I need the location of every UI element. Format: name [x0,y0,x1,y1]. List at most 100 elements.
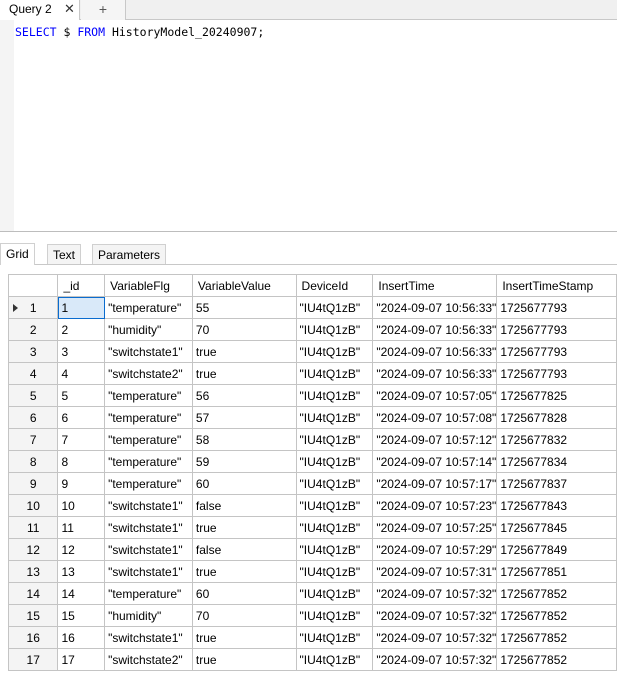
grid-cell[interactable]: 1725677852 [496,582,617,605]
grid-cell[interactable]: "humidity" [104,318,193,341]
grid-cell[interactable]: 1725677843 [496,494,617,517]
grid-cell[interactable]: 9 [57,472,106,495]
row-number[interactable]: 17 [7,648,59,671]
table-row[interactable]: 7 7 "temperature" 58 "IU4tQ1zB" "2024-09-07 1… [7,428,617,451]
grid-cell[interactable]: 1725677837 [496,472,617,495]
grid-cell[interactable]: "2024-09-07 10:56:33" [372,340,498,363]
table-row[interactable]: 11 11 "switchstate1" true "IU4tQ1zB" "2024-09… [7,516,617,539]
row-number[interactable]: 8 [7,450,59,473]
grid-cell[interactable]: 1725677849 [496,538,617,561]
grid-cell[interactable]: 15 [57,604,106,627]
table-row[interactable]: 12 12 "switchstate1" false "IU4tQ1zB" "2024-0… [7,538,617,561]
row-number[interactable]: 1 [7,296,59,319]
grid-cell[interactable]: "IU4tQ1zB" [295,582,374,605]
grid-cell[interactable]: "IU4tQ1zB" [295,450,374,473]
grid-cell[interactable]: 14 [57,582,106,605]
grid-cell[interactable]: "2024-09-07 10:56:33" [372,318,498,341]
grid-cell[interactable]: 1725677852 [496,648,617,671]
grid-cell[interactable]: 2 [57,318,106,341]
grid-cell[interactable]: "2024-09-07 10:57:17" [372,472,498,495]
grid-cell[interactable]: true [191,340,297,363]
grid-cell[interactable]: 17 [57,648,106,671]
new-tab-button[interactable]: + [81,0,126,20]
grid-cell[interactable]: 1725677845 [496,516,617,539]
grid-cell[interactable]: 5 [57,384,106,407]
column-header-variablevalue[interactable]: VariableValue [191,274,297,297]
table-row[interactable]: 16 16 "switchstate1" true "IU4tQ1zB" "2024-09… [7,626,617,649]
grid-cell[interactable]: "2024-09-07 10:57:12" [372,428,498,451]
grid-cell[interactable]: "switchstate1" [104,340,193,363]
grid-cell[interactable]: "switchstate1" [104,538,193,561]
grid-cell[interactable]: 56 [191,384,297,407]
grid-cell[interactable]: "2024-09-07 10:57:23" [372,494,498,517]
table-row[interactable]: 15 15 "humidity" 70 "IU4tQ1zB" "2024-09-07 10… [7,604,617,627]
tab-parameters[interactable]: Parameters [92,244,167,264]
grid-cell[interactable]: "2024-09-07 10:57:25" [372,516,498,539]
column-header-id[interactable]: _id [57,274,106,297]
grid-cell[interactable]: 12 [57,538,106,561]
grid-cell[interactable]: "IU4tQ1zB" [295,340,374,363]
row-number[interactable]: 2 [7,318,59,341]
grid-cell[interactable]: "humidity" [104,604,193,627]
grid-cell[interactable]: false [191,538,297,561]
grid-cell[interactable]: 1725677832 [496,428,617,451]
grid-cell[interactable]: "IU4tQ1zB" [295,296,374,319]
grid-cell[interactable]: 3 [57,340,106,363]
grid-cell[interactable]: "2024-09-07 10:57:32" [372,626,498,649]
query-tab[interactable]: Query 2 ✕ [0,0,80,20]
table-row[interactable]: 9 9 "temperature" 60 "IU4tQ1zB" "2024-09-07 1… [7,472,617,495]
grid-cell[interactable]: "IU4tQ1zB" [295,626,374,649]
row-number[interactable]: 12 [7,538,59,561]
grid-cell[interactable]: true [191,626,297,649]
grid-cell[interactable]: 8 [57,450,106,473]
table-row[interactable]: 6 6 "temperature" 57 "IU4tQ1zB" "2024-09-07 1… [7,406,617,429]
grid-cell[interactable]: "IU4tQ1zB" [295,384,374,407]
tab-text[interactable]: Text [47,244,82,264]
row-number[interactable]: 9 [7,472,59,495]
grid-cell[interactable]: "2024-09-07 10:57:14" [372,450,498,473]
grid-cell[interactable]: true [191,362,297,385]
grid-cell[interactable]: "temperature" [104,472,193,495]
row-number[interactable]: 16 [7,626,59,649]
row-number[interactable]: 7 [7,428,59,451]
grid-cell[interactable]: 1725677793 [496,318,617,341]
grid-cell[interactable]: true [191,560,297,583]
grid-cell[interactable]: "IU4tQ1zB" [295,560,374,583]
grid-cell[interactable]: 1725677793 [496,296,617,319]
grid-cell[interactable]: 7 [57,428,106,451]
grid-cell[interactable]: "temperature" [104,296,193,319]
table-row[interactable]: 3 3 "switchstate1" true "IU4tQ1zB" "2024-09-0… [7,340,617,363]
grid-cell[interactable]: "switchstate1" [104,560,193,583]
grid-cell[interactable]: "2024-09-07 10:57:32" [372,582,498,605]
grid-cell[interactable]: 11 [57,516,106,539]
grid-cell[interactable]: true [191,648,297,671]
grid-cell[interactable]: 1725677825 [496,384,617,407]
row-number[interactable]: 4 [7,362,59,385]
grid-cell[interactable]: "IU4tQ1zB" [295,538,374,561]
grid-cell[interactable]: 10 [57,494,106,517]
tab-grid[interactable]: Grid [0,243,35,265]
grid-cell[interactable]: "temperature" [104,428,193,451]
grid-cell[interactable]: 1725677851 [496,560,617,583]
table-row[interactable]: 2 2 "humidity" 70 "IU4tQ1zB" "2024-09-07 10:5… [7,318,617,341]
table-row[interactable]: 17 17 "switchstate2" true "IU4tQ1zB" "2024-09… [7,648,617,671]
grid-cell[interactable]: 1725677828 [496,406,617,429]
grid-cell[interactable]: "IU4tQ1zB" [295,604,374,627]
grid-cell[interactable]: "2024-09-07 10:57:32" [372,648,498,671]
column-header-inserttimestamp[interactable]: InsertTimeStamp [496,274,617,297]
grid-cell[interactable]: "temperature" [104,582,193,605]
grid-cell[interactable]: "IU4tQ1zB" [295,516,374,539]
grid-cell[interactable]: "IU4tQ1zB" [295,494,374,517]
grid-cell[interactable]: "switchstate1" [104,516,193,539]
grid-cell[interactable]: 59 [191,450,297,473]
grid-cell[interactable]: "switchstate2" [104,362,193,385]
sql-line[interactable]: SELECT $ FROM HistoryModel_20240907; [15,25,264,39]
grid-cell[interactable]: "IU4tQ1zB" [295,428,374,451]
grid-cell[interactable]: "IU4tQ1zB" [295,648,374,671]
grid-corner[interactable] [7,274,59,297]
grid-cell[interactable]: 57 [191,406,297,429]
grid-cell[interactable]: 1725677793 [496,362,617,385]
grid-cell[interactable]: 1 [57,296,106,319]
grid-cell[interactable]: 70 [191,604,297,627]
grid-cell[interactable]: 1725677834 [496,450,617,473]
